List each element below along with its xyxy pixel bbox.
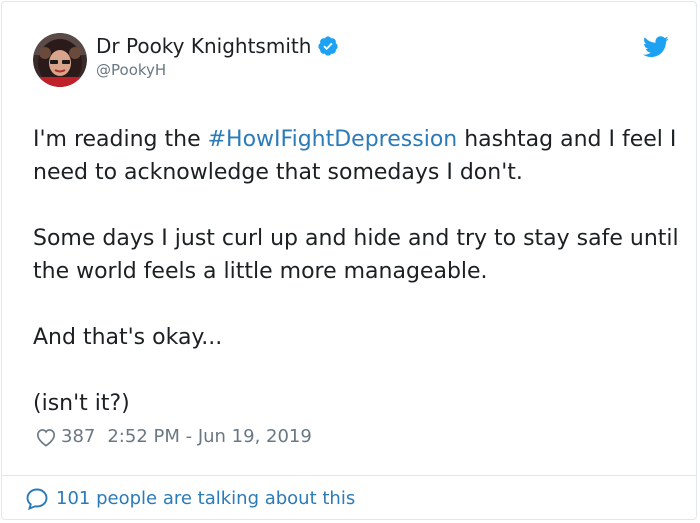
conversation-link[interactable]: 101 people are talking about this <box>25 486 355 512</box>
divider <box>2 475 696 476</box>
tweet-text: I'm reading the #HowIFightDepression has… <box>33 123 683 420</box>
heart-outline-icon[interactable] <box>35 427 57 447</box>
like-count[interactable]: 387 <box>61 425 95 449</box>
tweet-paragraph-3: And that's okay... <box>33 325 223 350</box>
tweet-meta: 387 2:52 PM - Jun 19, 2019 <box>35 425 312 449</box>
tweet-paragraph-4: (isn't it?) <box>33 391 130 416</box>
tweet-paragraph-2: Some days I just curl up and hide and tr… <box>33 226 679 284</box>
author-name[interactable]: Dr Pooky Knightsmith <box>96 33 311 59</box>
hashtag-link[interactable]: #HowIFightDepression <box>208 127 458 152</box>
user-avatar-photo-icon <box>33 33 87 87</box>
avatar[interactable] <box>33 33 87 87</box>
tweet-paragraph-1: I'm reading the #HowIFightDepression has… <box>33 123 683 189</box>
twitter-bird-icon[interactable] <box>643 36 669 58</box>
speech-bubble-icon <box>26 488 48 511</box>
author-handle[interactable]: @PookyH <box>96 60 166 80</box>
author-name-row[interactable]: Dr Pooky Knightsmith <box>96 33 339 59</box>
conversation-label[interactable]: 101 people are talking about this <box>56 486 355 512</box>
tweet-text-fragment: I'm reading the <box>33 127 208 152</box>
verified-badge-icon <box>318 36 339 56</box>
timestamp-link[interactable]: 2:52 PM - Jun 19, 2019 <box>107 425 311 449</box>
tweet-card: Dr Pooky Knightsmith @PookyH I'm reading… <box>1 1 697 520</box>
